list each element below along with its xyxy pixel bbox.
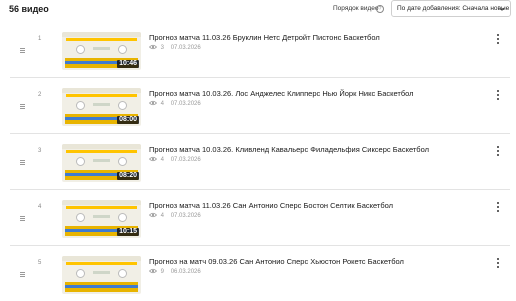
video-index: 5 bbox=[38, 260, 42, 266]
video-duration: 10:15 bbox=[117, 228, 139, 236]
team-logo bbox=[118, 157, 127, 166]
video-meta: 4 07.03.2026 bbox=[149, 156, 201, 163]
video-meta: 4 07.03.2026 bbox=[149, 100, 201, 107]
drag-handle-icon[interactable] bbox=[20, 160, 25, 166]
eye-icon bbox=[149, 156, 157, 162]
video-thumbnail[interactable] bbox=[62, 256, 141, 294]
team-logo bbox=[76, 269, 85, 278]
video-row[interactable]: 4 10:15 Прогноз матча 11.03.26 Сан Антон… bbox=[10, 194, 510, 246]
chevron-down-icon bbox=[499, 7, 505, 11]
team-logo bbox=[118, 213, 127, 222]
view-count: 4 bbox=[160, 101, 165, 107]
eye-icon bbox=[149, 100, 157, 106]
upload-date: 07.03.2026 bbox=[170, 213, 201, 219]
more-vertical-icon[interactable] bbox=[496, 34, 500, 45]
view-count: 4 bbox=[160, 157, 165, 163]
more-vertical-icon[interactable] bbox=[496, 258, 500, 269]
sort-dropdown-value: По дате добавления: Сначала новые bbox=[397, 5, 510, 12]
video-count: 56 видео bbox=[9, 4, 49, 14]
drag-handle-icon[interactable] bbox=[20, 48, 25, 54]
eye-icon bbox=[149, 44, 157, 50]
team-logo bbox=[118, 101, 127, 110]
video-thumbnail[interactable]: 08:20 bbox=[62, 144, 141, 182]
more-vertical-icon[interactable] bbox=[496, 146, 500, 157]
video-thumbnail[interactable]: 10:46 bbox=[62, 32, 141, 70]
video-meta: 3 07.03.2026 bbox=[149, 44, 201, 51]
help-circle-icon[interactable]: ? bbox=[376, 5, 384, 13]
video-duration: 10:46 bbox=[117, 60, 139, 68]
list-header: 56 видео Порядок видео ? По дате добавле… bbox=[0, 0, 516, 22]
team-logo bbox=[76, 213, 85, 222]
view-count: 3 bbox=[160, 45, 165, 51]
more-vertical-icon[interactable] bbox=[496, 202, 500, 213]
video-meta: 9 06.03.2026 bbox=[149, 268, 201, 275]
eye-icon bbox=[149, 212, 157, 218]
upload-date: 06.03.2026 bbox=[170, 269, 201, 275]
eye-icon bbox=[149, 268, 157, 274]
sort-dropdown[interactable]: По дате добавления: Сначала новые bbox=[391, 0, 511, 17]
team-logo bbox=[76, 157, 85, 166]
upload-date: 07.03.2026 bbox=[170, 101, 201, 107]
drag-handle-icon[interactable] bbox=[20, 272, 25, 278]
video-row[interactable]: 2 08:00 Прогноз матча 10.03.26. Лос Андж… bbox=[10, 82, 510, 134]
video-meta: 4 07.03.2026 bbox=[149, 212, 201, 219]
more-vertical-icon[interactable] bbox=[496, 90, 500, 101]
team-logo bbox=[118, 45, 127, 54]
video-row[interactable]: 3 08:20 Прогноз матча 10.03.26. Кливленд… bbox=[10, 138, 510, 190]
video-index: 1 bbox=[38, 36, 42, 42]
video-title[interactable]: Прогноз на матч 09.03.26 Сан Антонио Спе… bbox=[149, 257, 404, 266]
drag-handle-icon[interactable] bbox=[20, 104, 25, 110]
upload-date: 07.03.2026 bbox=[170, 45, 201, 51]
video-title[interactable]: Прогноз матча 10.03.26. Кливленд Кавалье… bbox=[149, 145, 429, 154]
video-title[interactable]: Прогноз матча 11.03.26 Сан Антонио Сперс… bbox=[149, 201, 393, 210]
team-logo bbox=[118, 269, 127, 278]
sort-label: Порядок видео bbox=[333, 5, 379, 12]
video-thumbnail[interactable]: 08:00 bbox=[62, 88, 141, 126]
video-title[interactable]: Прогноз матча 11.03.26 Бруклин Нетс Детр… bbox=[149, 33, 380, 42]
video-index: 2 bbox=[38, 92, 42, 98]
video-index: 3 bbox=[38, 148, 42, 154]
video-duration: 08:00 bbox=[117, 116, 139, 124]
video-row[interactable]: 5 Прогноз на матч 09.03.26 Сан Антонио С… bbox=[10, 250, 510, 301]
team-logo bbox=[76, 101, 85, 110]
video-index: 4 bbox=[38, 204, 42, 210]
video-title[interactable]: Прогноз матча 10.03.26. Лос Анджелес Кли… bbox=[149, 89, 414, 98]
team-logo bbox=[76, 45, 85, 54]
view-count: 9 bbox=[160, 269, 165, 275]
drag-handle-icon[interactable] bbox=[20, 216, 25, 222]
video-duration: 08:20 bbox=[117, 172, 139, 180]
view-count: 4 bbox=[160, 213, 165, 219]
video-thumbnail[interactable]: 10:15 bbox=[62, 200, 141, 238]
video-row[interactable]: 1 10:46 Прогноз матча 11.03.26 Бруклин Н… bbox=[10, 26, 510, 78]
upload-date: 07.03.2026 bbox=[170, 157, 201, 163]
